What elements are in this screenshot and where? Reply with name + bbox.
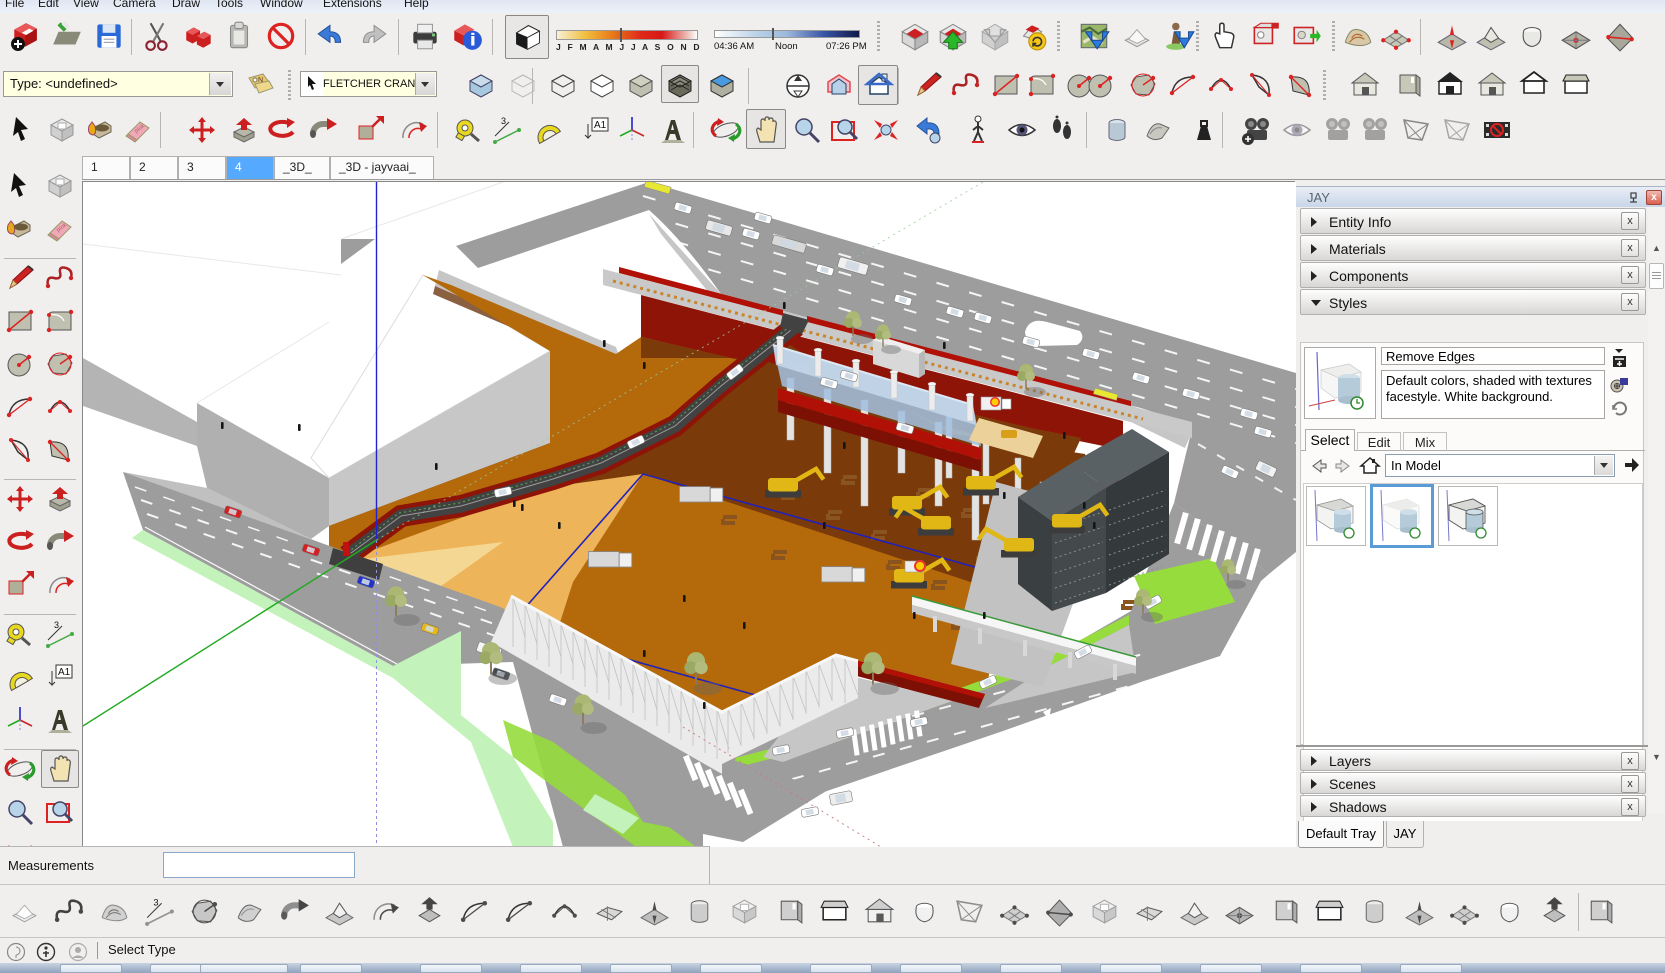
svg-text:N: N xyxy=(258,77,263,84)
